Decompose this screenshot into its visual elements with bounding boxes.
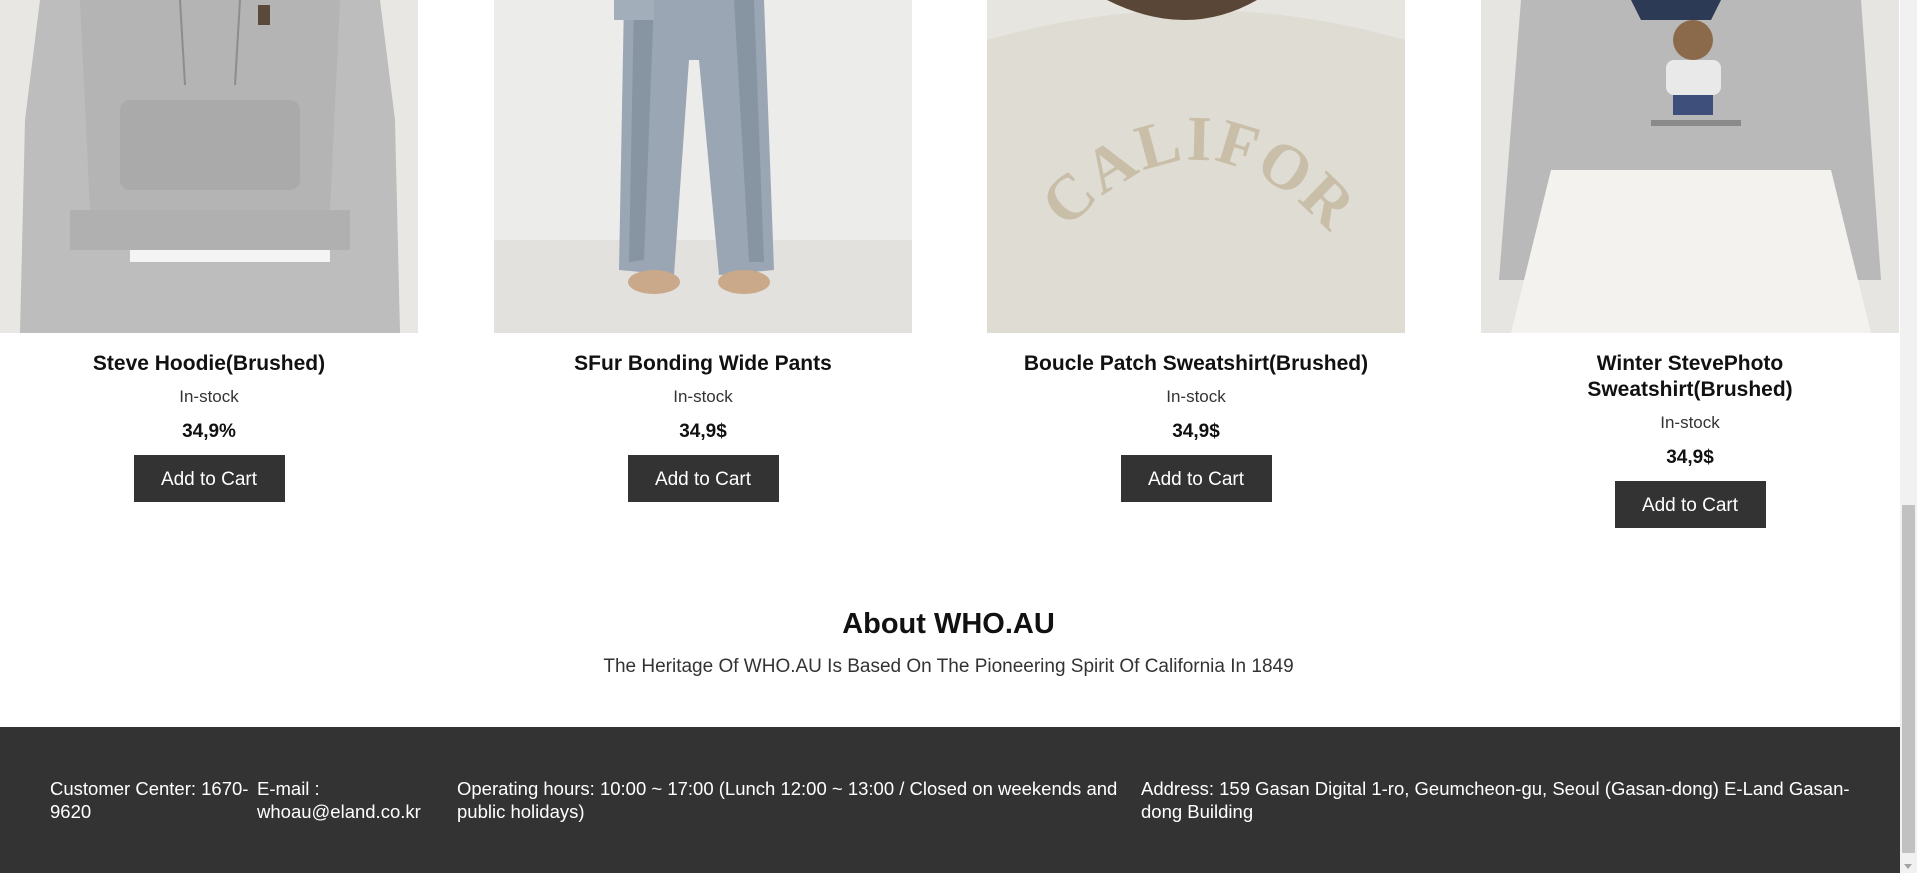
hoodie-photo xyxy=(0,0,418,333)
product-price: 34,9$ xyxy=(679,421,727,442)
product-image[interactable] xyxy=(0,0,418,333)
scroll-down-arrow-icon[interactable] xyxy=(1904,864,1912,869)
footer-address: Address: 159 Gasan Digital 1-ro, Geumche… xyxy=(1141,778,1850,822)
product-grid: Steve Hoodie(Brushed) In-stock 34,9% Add… xyxy=(0,0,1899,560)
scrollbar-thumb[interactable] xyxy=(1902,505,1915,853)
add-to-cart-button[interactable]: Add to Cart xyxy=(133,455,285,502)
add-to-cart-button[interactable]: Add to Cart xyxy=(1614,481,1766,528)
product-price: 34,9$ xyxy=(1172,421,1220,442)
stock-status: In-stock xyxy=(1660,413,1720,432)
footer-email[interactable]: E-mail : whoau@eland.co.kr xyxy=(257,777,447,823)
customer-center: Customer Center: 1670-9620 xyxy=(50,778,249,822)
about-title: About WHO.AU xyxy=(842,608,1055,640)
product-card: Steve Hoodie(Brushed) In-stock 34,9% Add… xyxy=(0,0,418,502)
vertical-scrollbar[interactable] xyxy=(1900,0,1917,873)
stock-status: In-stock xyxy=(1166,387,1226,406)
about-section: About WHO.AU The Heritage Of WHO.AU Is B… xyxy=(0,604,1897,678)
product-image[interactable] xyxy=(1481,0,1899,333)
pants-photo xyxy=(494,0,912,333)
sweatshirt-photo: CALIFORNIA xyxy=(987,0,1405,333)
product-price: 34,9% xyxy=(182,421,236,442)
product-image[interactable]: CALIFORNIA xyxy=(987,0,1405,333)
product-name[interactable]: Steve Hoodie(Brushed) xyxy=(0,351,418,377)
product-card: SFur Bonding Wide Pants In-stock 34,9$ A… xyxy=(494,0,912,502)
add-to-cart-button[interactable]: Add to Cart xyxy=(627,455,779,502)
add-to-cart-button[interactable]: Add to Cart xyxy=(1120,455,1272,502)
photo-sweatshirt-photo xyxy=(1481,0,1899,333)
stock-status: In-stock xyxy=(673,387,733,406)
product-name[interactable]: Winter StevePhoto Sweatshirt(Brushed) xyxy=(1481,351,1899,403)
product-card: Winter StevePhoto Sweatshirt(Brushed) In… xyxy=(1481,0,1899,528)
product-image[interactable] xyxy=(494,0,912,333)
product-name[interactable]: Boucle Patch Sweatshirt(Brushed) xyxy=(987,351,1405,377)
product-name[interactable]: SFur Bonding Wide Pants xyxy=(494,351,912,377)
operating-hours: Operating hours: 10:00 ~ 17:00 (Lunch 12… xyxy=(457,778,1118,822)
product-card: CALIFORNIA Boucle Patch Sweatshirt(Brush… xyxy=(987,0,1405,502)
stock-status: In-stock xyxy=(179,387,239,406)
product-price: 34,9$ xyxy=(1666,447,1714,468)
footer: Customer Center: 1670-9620 E-mail : whoa… xyxy=(0,727,1900,873)
about-text: The Heritage Of WHO.AU Is Based On The P… xyxy=(603,656,1294,677)
